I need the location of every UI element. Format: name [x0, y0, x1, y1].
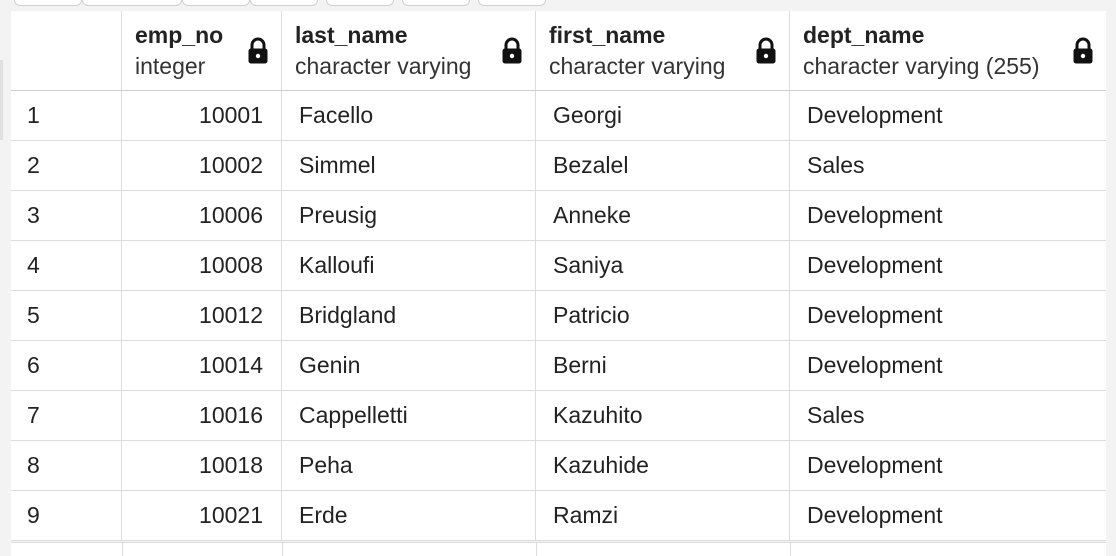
cell-first-name[interactable]: Kazuhito — [536, 391, 790, 440]
column-header-emp-no[interactable]: emp_no integer — [122, 11, 282, 90]
cell-dept-name[interactable]: Development — [790, 241, 1106, 290]
column-type: character varying — [549, 52, 726, 79]
toolbar-button[interactable] — [14, 0, 82, 6]
row-number[interactable]: 3 — [11, 191, 122, 240]
cell-dept-name[interactable]: Sales — [790, 391, 1106, 440]
cell-emp-no[interactable]: 10002 — [122, 141, 282, 190]
cell-last-name[interactable]: Preusig — [282, 191, 536, 240]
cell-last-name[interactable]: Peha — [282, 441, 536, 490]
cell-first-name[interactable]: Saniya — [536, 241, 790, 290]
column-divider — [282, 543, 283, 556]
toolbar-button[interactable] — [250, 0, 318, 6]
table-row[interactable]: 2 10002 Simmel Bezalel Sales — [11, 141, 1106, 191]
cell-first-name[interactable]: Ramzi — [536, 491, 790, 540]
row-number[interactable]: 2 — [11, 141, 122, 190]
cell-dept-name[interactable]: Sales — [790, 141, 1106, 190]
column-divider — [790, 543, 791, 556]
cell-dept-name[interactable]: Development — [790, 191, 1106, 240]
cell-last-name[interactable]: Genin — [282, 341, 536, 390]
row-number[interactable]: 5 — [11, 291, 122, 340]
column-divider — [122, 543, 123, 556]
row-number-header[interactable] — [11, 11, 122, 90]
column-type: character varying (255) — [803, 52, 1040, 79]
cell-last-name[interactable]: Facello — [282, 91, 536, 140]
cell-last-name[interactable]: Cappelletti — [282, 391, 536, 440]
lock-icon — [756, 37, 776, 63]
column-divider — [536, 543, 537, 556]
cell-last-name[interactable]: Bridgland — [282, 291, 536, 340]
row-number[interactable]: 9 — [11, 491, 122, 540]
cell-first-name[interactable]: Patricio — [536, 291, 790, 340]
column-name: emp_no — [135, 21, 224, 48]
cell-emp-no[interactable]: 10008 — [122, 241, 282, 290]
toolbar-button[interactable] — [182, 0, 250, 6]
table-row[interactable]: 8 10018 Peha Kazuhide Development — [11, 441, 1106, 491]
table-row[interactable]: 6 10014 Genin Berni Development — [11, 341, 1106, 391]
cell-last-name[interactable]: Erde — [282, 491, 536, 540]
cell-emp-no[interactable]: 10012 — [122, 291, 282, 340]
column-name: last_name — [295, 21, 408, 48]
table-row[interactable]: 5 10012 Bridgland Patricio Development — [11, 291, 1106, 341]
column-name: dept_name — [803, 21, 925, 48]
cell-emp-no[interactable]: 10018 — [122, 441, 282, 490]
cell-emp-no[interactable]: 10021 — [122, 491, 282, 540]
cell-emp-no[interactable]: 10006 — [122, 191, 282, 240]
cell-emp-no[interactable]: 10001 — [122, 91, 282, 140]
lock-icon — [248, 37, 268, 63]
grid-header-row: emp_no integer last_name character varyi… — [11, 11, 1106, 91]
partial-next-row — [11, 542, 1106, 556]
column-name: first_name — [549, 21, 666, 48]
row-number[interactable]: 7 — [11, 391, 122, 440]
row-number[interactable]: 4 — [11, 241, 122, 290]
scroll-indicator — [0, 60, 3, 140]
cell-last-name[interactable]: Simmel — [282, 141, 536, 190]
cell-dept-name[interactable]: Development — [790, 441, 1106, 490]
toolbar-button[interactable] — [402, 0, 470, 6]
cell-dept-name[interactable]: Development — [790, 91, 1106, 140]
toolbar-button[interactable] — [82, 0, 182, 6]
cell-first-name[interactable]: Kazuhide — [536, 441, 790, 490]
table-row[interactable]: 9 10021 Erde Ramzi Development — [11, 491, 1106, 541]
cell-first-name[interactable]: Bezalel — [536, 141, 790, 190]
column-type: character varying — [295, 52, 472, 79]
cell-dept-name[interactable]: Development — [790, 291, 1106, 340]
result-toolbar — [0, 0, 1116, 8]
cell-last-name[interactable]: Kalloufi — [282, 241, 536, 290]
toolbar-button[interactable] — [478, 0, 546, 6]
column-type: integer — [135, 52, 206, 79]
table-row[interactable]: 1 10001 Facello Georgi Development — [11, 91, 1106, 141]
row-number[interactable]: 8 — [11, 441, 122, 490]
toolbar-button[interactable] — [326, 0, 394, 6]
column-header-last-name[interactable]: last_name character varying — [282, 11, 536, 90]
lock-icon — [1073, 37, 1093, 63]
cell-dept-name[interactable]: Development — [790, 341, 1106, 390]
table-row[interactable]: 3 10006 Preusig Anneke Development — [11, 191, 1106, 241]
lock-icon — [502, 37, 522, 63]
cell-dept-name[interactable]: Development — [790, 491, 1106, 540]
table-row[interactable]: 4 10008 Kalloufi Saniya Development — [11, 241, 1106, 291]
cell-emp-no[interactable]: 10016 — [122, 391, 282, 440]
row-number[interactable]: 6 — [11, 341, 122, 390]
panel-left-edge — [0, 0, 11, 556]
data-grid: emp_no integer last_name character varyi… — [11, 11, 1106, 541]
row-number[interactable]: 1 — [11, 91, 122, 140]
cell-first-name[interactable]: Berni — [536, 341, 790, 390]
cell-first-name[interactable]: Anneke — [536, 191, 790, 240]
column-header-dept-name[interactable]: dept_name character varying (255) — [790, 11, 1106, 90]
cell-first-name[interactable]: Georgi — [536, 91, 790, 140]
query-result-panel: emp_no integer last_name character varyi… — [0, 0, 1116, 556]
table-row[interactable]: 7 10016 Cappelletti Kazuhito Sales — [11, 391, 1106, 441]
column-header-first-name[interactable]: first_name character varying — [536, 11, 790, 90]
cell-emp-no[interactable]: 10014 — [122, 341, 282, 390]
